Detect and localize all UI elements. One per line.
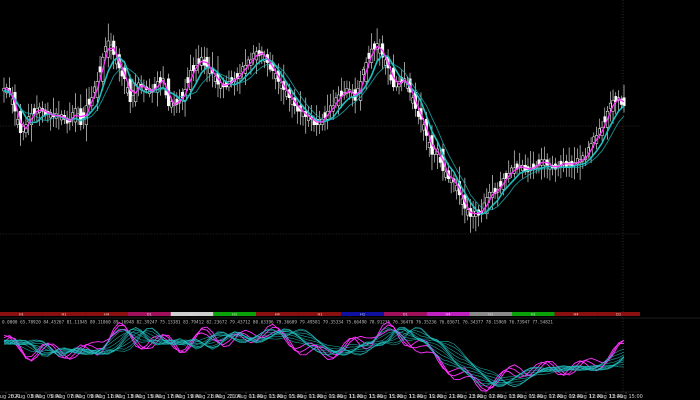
candle-body (16, 119, 20, 125)
candle-body (93, 86, 96, 93)
candle-body (87, 98, 91, 105)
candle-body (460, 198, 464, 205)
candle-body (373, 43, 376, 50)
segment-label: D1 (616, 312, 621, 316)
candle-body (422, 124, 426, 131)
oscillator-panel[interactable]: 0.0000 65.78920 84.45267 81.11945 89.110… (0, 317, 700, 392)
segment-label: H1 (318, 312, 323, 316)
oscillator-background (0, 318, 640, 392)
candle-body (169, 101, 173, 108)
candle-body (411, 97, 415, 104)
candle-body (274, 73, 277, 80)
segment-label: H1 (62, 312, 67, 316)
candle-body (383, 59, 387, 66)
candle-body (98, 66, 102, 73)
candle-body (10, 98, 14, 105)
candle-body (126, 87, 129, 94)
candle-body (444, 171, 448, 178)
segment-label: H1 (190, 312, 195, 316)
candle-body (603, 116, 607, 123)
segment-label: H4 (446, 312, 452, 316)
time-tick-label: 12 Aug 15:00 (609, 394, 643, 400)
candle-body (488, 191, 491, 198)
segment-bar[interactable]: H1 H1 H4 D1 H1 H1 H4 H1 H1 D1 H4 H1 H1 H4 D1 (0, 312, 640, 316)
candle-body (367, 52, 371, 59)
segment-label: H1 (488, 312, 493, 316)
segment-label: H4 (104, 312, 110, 316)
candle-body (191, 65, 195, 71)
candle-body (120, 70, 124, 77)
segment-label: H1 (19, 312, 24, 316)
segment-label: D1 (403, 312, 408, 316)
candle-body (427, 142, 431, 148)
segment-label: H1 (360, 312, 365, 316)
segment-label: H1 (232, 312, 237, 316)
segment-label: D1 (147, 312, 152, 316)
segment-label: H4 (275, 312, 281, 316)
candle-body (279, 82, 283, 89)
candle-body (608, 102, 612, 109)
candle-body (592, 136, 596, 143)
segment-label: H4 (574, 312, 580, 316)
oscillator-header-values: 0.0000 65.78920 84.45267 81.11945 89.110… (2, 320, 553, 326)
candle-body (362, 69, 365, 75)
chart-canvas[interactable]: H1 H1 H4 D1 H1 H1 H4 H1 H1 D1 H4 H1 H1 H4 D1 0.0000 65… (0, 0, 700, 400)
segment-label: H1 (531, 312, 536, 316)
candle-body (104, 46, 107, 53)
time-axis: 8 Aug 20208 Aug 03:008 Aug 05:008 Aug 07… (0, 391, 643, 400)
candle-body (466, 209, 469, 216)
trading-chart[interactable]: H1 H1 H4 D1 H1 H1 H4 H1 H1 D1 H4 H1 H1 H4 D1 0.0000 65… (0, 0, 700, 400)
candle-body (186, 77, 190, 84)
candle-body (416, 110, 420, 117)
candle-body (389, 74, 393, 81)
